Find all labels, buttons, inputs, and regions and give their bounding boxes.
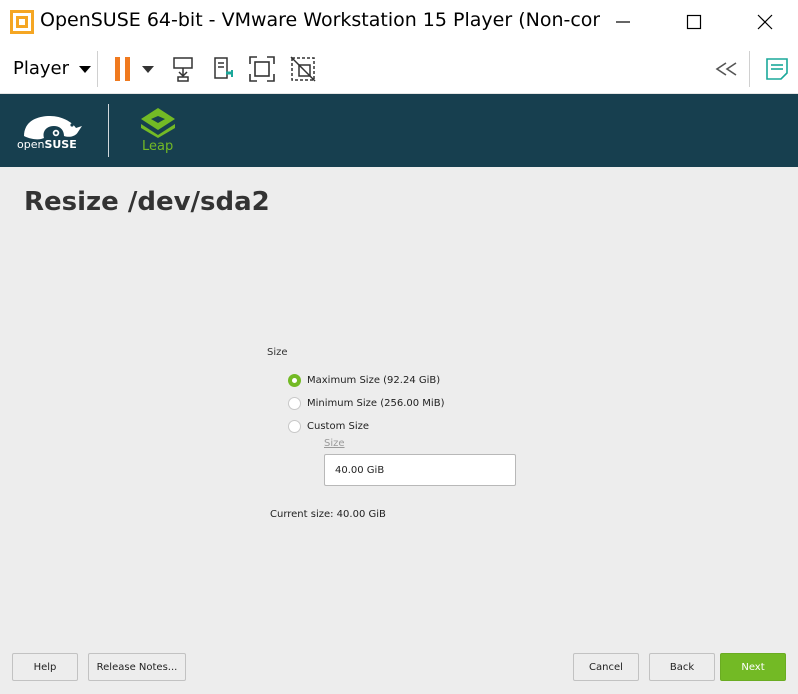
unity-button[interactable] xyxy=(288,54,318,84)
maximum-size-label: Maximum Size (92.24 GiB) xyxy=(307,375,441,386)
current-size-text: Current size: 40.00 GiB xyxy=(270,509,386,520)
removable-devices-button[interactable] xyxy=(209,54,239,84)
close-icon xyxy=(757,14,773,29)
minimum-size-label: Minimum Size (256.00 MiB) xyxy=(307,398,445,409)
leap-label: Leap xyxy=(142,139,174,154)
toolbar-divider xyxy=(749,51,750,87)
chevron-down-icon xyxy=(79,66,92,73)
toolbar-divider xyxy=(97,51,98,87)
custom-size-field-label: Size xyxy=(324,438,345,449)
removable-devices-icon xyxy=(214,57,233,79)
opensuse-wordmark: openSUSE xyxy=(17,138,77,151)
back-button[interactable]: Back xyxy=(649,653,715,681)
minimum-size-radio[interactable]: Minimum Size (256.00 MiB) xyxy=(288,397,444,410)
minimize-button[interactable] xyxy=(600,0,646,43)
fullscreen-icon xyxy=(249,56,275,82)
custom-size-input[interactable] xyxy=(324,454,516,486)
page-title: Resize /dev/sda2 xyxy=(24,187,270,217)
close-button[interactable] xyxy=(742,0,788,43)
collapse-toolbar-button[interactable] xyxy=(711,54,741,84)
pause-icon xyxy=(115,57,130,81)
player-menu[interactable]: Player xyxy=(13,58,92,79)
maximize-icon xyxy=(686,14,702,29)
double-chevron-left-icon xyxy=(715,62,737,76)
installer-content: Resize /dev/sda2 Size Maximum Size (92.2… xyxy=(0,167,798,694)
chevron-down-icon xyxy=(142,65,154,73)
help-button[interactable]: Help xyxy=(12,653,78,681)
pause-button[interactable] xyxy=(108,54,138,84)
brand-prefix: open xyxy=(17,138,45,151)
maximize-button[interactable] xyxy=(671,0,717,43)
custom-size-label: Custom Size xyxy=(307,421,370,432)
send-ctrl-alt-del-button[interactable] xyxy=(168,54,198,84)
window-title: OpenSUSE 64-bit - VMware Workstation 15 … xyxy=(40,9,600,31)
fullscreen-button[interactable] xyxy=(247,54,277,84)
send-ctrl-alt-del-icon xyxy=(173,57,193,82)
custom-size-radio[interactable]: Custom Size xyxy=(288,420,369,433)
size-group-label: Size xyxy=(267,347,288,358)
vmware-toolbar: Player xyxy=(0,43,798,94)
banner-divider xyxy=(108,104,109,157)
notes-icon xyxy=(766,58,788,80)
title-bar: OpenSUSE 64-bit - VMware Workstation 15 … xyxy=(0,0,798,43)
player-menu-label: Player xyxy=(13,58,70,79)
radio-unchecked-icon xyxy=(288,397,301,410)
next-button[interactable]: Next xyxy=(720,653,786,681)
maximum-size-radio[interactable]: Maximum Size (92.24 GiB) xyxy=(288,374,440,387)
release-notes-button[interactable]: Release Notes... xyxy=(88,653,186,681)
radio-checked-icon xyxy=(288,374,301,387)
radio-unchecked-icon xyxy=(288,420,301,433)
brand-name: SUSE xyxy=(44,138,77,151)
unity-icon xyxy=(290,56,316,82)
installer-banner: openSUSE Leap xyxy=(0,94,798,167)
leap-logo-icon xyxy=(141,108,175,138)
pause-options-button[interactable] xyxy=(136,54,160,84)
cancel-button[interactable]: Cancel xyxy=(573,653,639,681)
notes-button[interactable] xyxy=(762,54,792,84)
minimize-icon xyxy=(616,20,630,23)
vmware-app-icon xyxy=(10,10,34,34)
